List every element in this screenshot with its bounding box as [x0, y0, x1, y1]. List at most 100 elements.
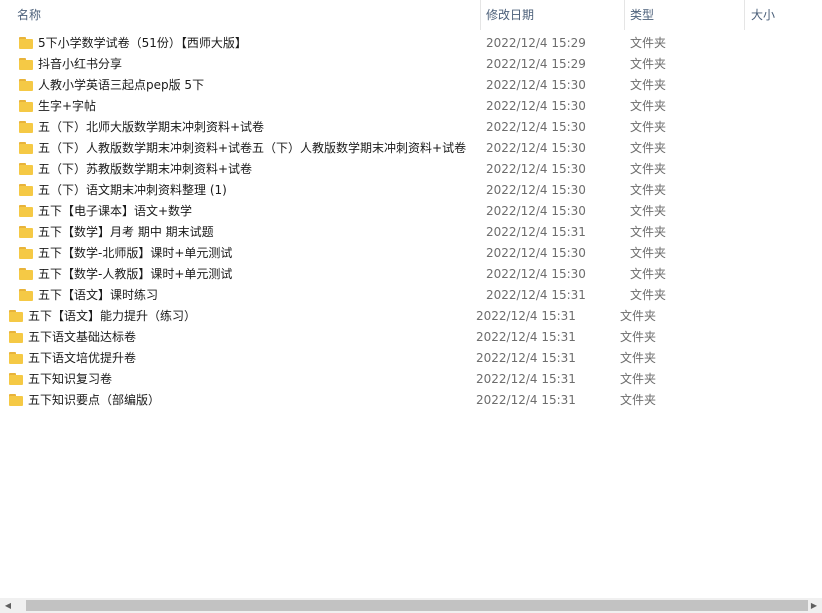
- list-item[interactable]: 抖音小红书分享 2022/12/4 15:29 文件夹: [0, 54, 822, 75]
- folder-icon: [19, 79, 33, 91]
- file-type: 文件夹: [630, 36, 667, 50]
- file-type: 文件夹: [630, 288, 667, 302]
- file-name: 五（下）人教版数学期末冲刺资料+试卷五（下）人教版数学期末冲刺资料+试卷: [38, 141, 467, 155]
- folder-icon: [19, 205, 33, 217]
- list-item[interactable]: 人教小学英语三起点pep版 5下 2022/12/4 15:30 文件夹: [0, 75, 822, 96]
- file-date: 2022/12/4 15:31: [476, 309, 576, 323]
- file-type: 文件夹: [630, 162, 667, 176]
- folder-icon: [19, 247, 33, 259]
- file-name: 五下【电子课本】语文+数学: [38, 204, 193, 218]
- file-name: 五下知识要点（部编版）: [28, 393, 161, 407]
- file-type: 文件夹: [630, 78, 667, 92]
- file-name: 五下【数学-人教版】课时+单元测试: [38, 267, 233, 281]
- list-item[interactable]: 五（下）北师大版数学期末冲刺资料+试卷 2022/12/4 15:30 文件夹: [0, 117, 822, 138]
- file-name: 五下语文基础达标卷: [28, 330, 137, 344]
- file-name: 五（下）语文期末冲刺资料整理 (1): [38, 183, 227, 197]
- file-date: 2022/12/4 15:30: [486, 78, 586, 92]
- list-item[interactable]: 五（下）语文期末冲刺资料整理 (1) 2022/12/4 15:30 文件夹: [0, 180, 822, 201]
- chevron-left-icon[interactable]: ◀: [0, 598, 16, 613]
- folder-icon: [19, 184, 33, 196]
- column-divider[interactable]: [744, 0, 745, 30]
- list-item[interactable]: 五（下）人教版数学期末冲刺资料+试卷五（下）人教版数学期末冲刺资料+试卷 2022…: [0, 138, 822, 159]
- file-type: 文件夹: [620, 372, 657, 386]
- folder-icon: [19, 37, 33, 49]
- list-item[interactable]: 五下语文培优提升卷 2022/12/4 15:31 文件夹: [0, 348, 822, 369]
- file-name: 五下【数学】月考 期中 期末试题: [38, 225, 214, 239]
- list-item[interactable]: 5下小学数学试卷（51份）【西师大版】 2022/12/4 15:29 文件夹: [0, 33, 822, 54]
- file-date: 2022/12/4 15:31: [476, 372, 576, 386]
- folder-icon: [19, 58, 33, 70]
- list-item[interactable]: 五下【语文】课时练习 2022/12/4 15:31 文件夹: [0, 285, 822, 306]
- file-date: 2022/12/4 15:29: [486, 57, 586, 71]
- file-type: 文件夹: [630, 120, 667, 134]
- folder-icon: [9, 310, 23, 322]
- file-date: 2022/12/4 15:31: [486, 225, 586, 239]
- list-item[interactable]: 五（下）苏教版数学期末冲刺资料+试卷 2022/12/4 15:30 文件夹: [0, 159, 822, 180]
- column-divider[interactable]: [480, 0, 481, 30]
- file-name: 生字+字帖: [38, 99, 97, 113]
- folder-icon: [19, 100, 33, 112]
- file-name: 抖音小红书分享: [38, 57, 123, 71]
- file-explorer-window: ⌃ 名称 修改日期 类型 大小 5下小学数学试卷（51份）【西师大版】 2022/…: [0, 0, 822, 613]
- scrollbar-thumb[interactable]: [26, 600, 808, 611]
- column-header-type[interactable]: 类型: [630, 6, 740, 24]
- list-item[interactable]: 五下语文基础达标卷 2022/12/4 15:31 文件夹: [0, 327, 822, 348]
- file-date: 2022/12/4 15:31: [476, 330, 576, 344]
- file-name: 五（下）北师大版数学期末冲刺资料+试卷: [38, 120, 265, 134]
- column-header-name[interactable]: 名称: [17, 6, 477, 24]
- folder-icon: [19, 142, 33, 154]
- column-header-bar: ⌃ 名称 修改日期 类型 大小: [0, 0, 822, 30]
- list-item[interactable]: 生字+字帖 2022/12/4 15:30 文件夹: [0, 96, 822, 117]
- folder-icon: [19, 289, 33, 301]
- list-item[interactable]: 五下【语文】能力提升（练习） 2022/12/4 15:31 文件夹: [0, 306, 822, 327]
- folder-icon: [19, 268, 33, 280]
- file-date: 2022/12/4 15:31: [476, 351, 576, 365]
- column-divider[interactable]: [624, 0, 625, 30]
- folder-icon: [19, 226, 33, 238]
- list-item[interactable]: 五下【数学-北师版】课时+单元测试 2022/12/4 15:30 文件夹: [0, 243, 822, 264]
- horizontal-scrollbar[interactable]: ◀ ▶: [0, 598, 822, 613]
- file-date: 2022/12/4 15:30: [486, 141, 586, 155]
- file-type: 文件夹: [630, 204, 667, 218]
- file-type: 文件夹: [630, 99, 667, 113]
- folder-icon: [9, 331, 23, 343]
- file-name: 五下【数学-北师版】课时+单元测试: [38, 246, 233, 260]
- file-date: 2022/12/4 15:30: [486, 204, 586, 218]
- list-item[interactable]: 五下【数学】月考 期中 期末试题 2022/12/4 15:31 文件夹: [0, 222, 822, 243]
- file-type: 文件夹: [630, 267, 667, 281]
- file-date: 2022/12/4 15:31: [476, 393, 576, 407]
- folder-icon: [19, 121, 33, 133]
- file-type: 文件夹: [620, 309, 657, 323]
- column-header-date[interactable]: 修改日期: [486, 6, 618, 24]
- file-type: 文件夹: [630, 246, 667, 260]
- file-type: 文件夹: [630, 225, 667, 239]
- folder-icon: [9, 373, 23, 385]
- list-item[interactable]: 五下【电子课本】语文+数学 2022/12/4 15:30 文件夹: [0, 201, 822, 222]
- file-type: 文件夹: [630, 141, 667, 155]
- file-date: 2022/12/4 15:30: [486, 162, 586, 176]
- list-item[interactable]: 五下知识要点（部编版） 2022/12/4 15:31 文件夹: [0, 390, 822, 411]
- file-date: 2022/12/4 15:30: [486, 120, 586, 134]
- file-name: 五下知识复习卷: [28, 372, 113, 386]
- folder-icon: [19, 163, 33, 175]
- file-name: 五下【语文】能力提升（练习）: [28, 309, 197, 323]
- file-name: 人教小学英语三起点pep版 5下: [38, 78, 205, 92]
- file-date: 2022/12/4 15:31: [486, 288, 586, 302]
- file-type: 文件夹: [620, 351, 657, 365]
- file-date: 2022/12/4 15:29: [486, 36, 586, 50]
- chevron-right-icon[interactable]: ▶: [806, 598, 822, 613]
- file-type: 文件夹: [620, 330, 657, 344]
- folder-icon: [9, 352, 23, 364]
- file-type: 文件夹: [620, 393, 657, 407]
- file-date: 2022/12/4 15:30: [486, 246, 586, 260]
- list-item[interactable]: 五下【数学-人教版】课时+单元测试 2022/12/4 15:30 文件夹: [0, 264, 822, 285]
- list-item[interactable]: 五下知识复习卷 2022/12/4 15:31 文件夹: [0, 369, 822, 390]
- file-date: 2022/12/4 15:30: [486, 183, 586, 197]
- folder-icon: [9, 394, 23, 406]
- file-name: 5下小学数学试卷（51份）【西师大版】: [38, 36, 247, 50]
- column-header-size[interactable]: 大小: [751, 6, 811, 24]
- file-name: 五（下）苏教版数学期末冲刺资料+试卷: [38, 162, 253, 176]
- file-type: 文件夹: [630, 57, 667, 71]
- file-name: 五下语文培优提升卷: [28, 351, 137, 365]
- file-date: 2022/12/4 15:30: [486, 267, 586, 281]
